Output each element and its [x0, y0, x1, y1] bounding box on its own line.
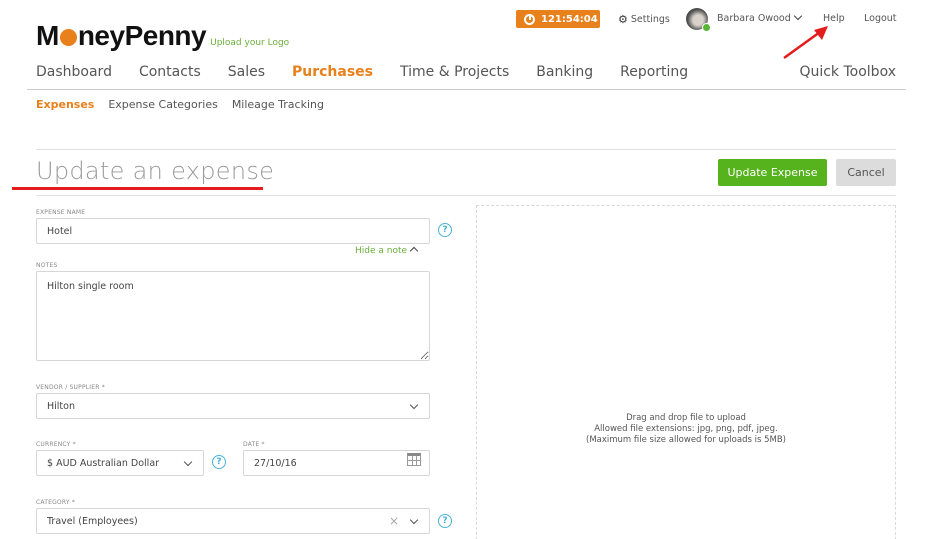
date-field[interactable]	[243, 450, 430, 476]
calendar-icon[interactable]	[407, 453, 421, 466]
dropzone-line-1: Drag and drop file to upload	[626, 413, 746, 423]
update-expense-button[interactable]: Update Expense	[718, 159, 827, 186]
logo-wordmark: MneyPenny	[36, 20, 207, 51]
chevron-up-icon	[409, 246, 419, 256]
annotation-underline	[12, 187, 263, 190]
stopwatch-icon	[524, 13, 535, 25]
chevron-down-icon	[409, 400, 419, 410]
main-nav: Dashboard Contacts Sales Purchases Time …	[36, 64, 715, 80]
chevron-down-icon	[183, 457, 193, 467]
timer-value: 121:54:04	[541, 13, 598, 25]
notes-textarea[interactable]: Hilton single room	[36, 271, 430, 361]
logo-dot-icon	[59, 29, 77, 46]
currency-label: CURRENCY *	[36, 441, 76, 448]
title-divider-top	[36, 149, 896, 150]
quick-toolbox-link[interactable]: Quick Toolbox	[799, 64, 896, 80]
nav-contacts[interactable]: Contacts	[139, 64, 201, 80]
category-label: CATEGORY *	[36, 499, 76, 506]
timer-badge[interactable]: 121:54:04	[516, 10, 600, 28]
currency-select[interactable]: $ AUD Australian Dollar	[36, 450, 204, 476]
title-divider-bottom	[36, 195, 896, 196]
dropzone-line-3: (Maximum file size allowed for uploads i…	[586, 435, 786, 445]
dropzone-line-2: Allowed file extensions: jpg, png, pdf, …	[594, 424, 778, 434]
currency-value: $ AUD Australian Dollar	[47, 457, 160, 469]
subnav-mileage-tracking[interactable]: Mileage Tracking	[232, 98, 324, 111]
nav-divider	[27, 89, 906, 90]
date-input[interactable]	[254, 457, 429, 469]
gear-icon: ⚙	[618, 13, 628, 26]
category-select[interactable]: Travel (Employees) ×	[36, 508, 430, 534]
file-dropzone[interactable]: Drag and drop file to upload Allowed fil…	[476, 205, 896, 539]
settings-label: Settings	[630, 14, 670, 25]
logo[interactable]: MneyPenny Upload your Logo	[36, 20, 289, 52]
notes-label: NOTES	[36, 262, 58, 269]
category-help-icon[interactable]: ?	[438, 514, 452, 528]
subnav-expense-categories[interactable]: Expense Categories	[108, 98, 217, 111]
page-title: Update an expense	[36, 157, 275, 185]
nav-purchases[interactable]: Purchases	[292, 64, 373, 80]
currency-help-icon[interactable]: ?	[212, 455, 226, 469]
expense-name-field[interactable]	[36, 218, 430, 244]
chevron-down-icon	[409, 515, 419, 525]
date-label: DATE *	[243, 441, 265, 448]
nav-banking[interactable]: Banking	[536, 64, 593, 80]
hide-note-link[interactable]: Hide a note	[355, 246, 419, 256]
sub-nav: Expenses Expense Categories Mileage Trac…	[36, 98, 338, 111]
expense-name-label: EXPENSE NAME	[36, 209, 86, 216]
vendor-select[interactable]: Hilton	[36, 393, 430, 419]
nav-dashboard[interactable]: Dashboard	[36, 64, 112, 80]
clear-icon[interactable]: ×	[389, 514, 399, 528]
subnav-expenses[interactable]: Expenses	[36, 98, 94, 111]
hide-note-label: Hide a note	[355, 246, 408, 256]
logout-link[interactable]: Logout	[864, 13, 897, 24]
expense-name-input[interactable]	[47, 225, 429, 237]
chevron-down-icon	[793, 11, 802, 21]
annotation-arrow-icon	[783, 26, 828, 60]
dropzone-text: Drag and drop file to upload Allowed fil…	[477, 413, 895, 446]
online-status-icon	[702, 23, 711, 32]
nav-sales[interactable]: Sales	[228, 64, 265, 80]
nav-reporting[interactable]: Reporting	[620, 64, 688, 80]
category-value: Travel (Employees)	[47, 515, 138, 527]
upload-logo-link[interactable]: Upload your Logo	[210, 38, 289, 48]
settings-link[interactable]: ⚙ Settings	[618, 13, 670, 26]
vendor-value: Hilton	[47, 400, 75, 412]
avatar[interactable]	[686, 8, 711, 32]
vendor-label: VENDOR / SUPPLIER *	[36, 384, 105, 391]
nav-time-projects[interactable]: Time & Projects	[400, 64, 509, 80]
help-icon[interactable]: ?	[438, 223, 452, 237]
cancel-button[interactable]: Cancel	[836, 159, 896, 186]
